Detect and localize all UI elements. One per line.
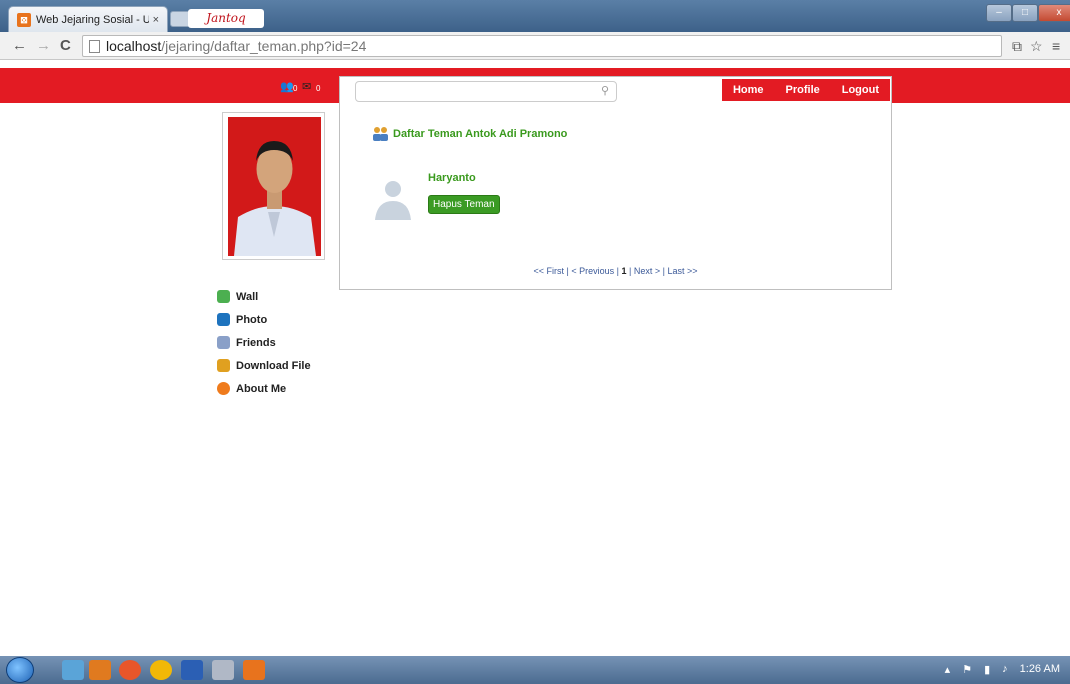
url-host: localhost: [106, 38, 162, 54]
tab-title: Web Jejaring Sosial - UNT: [36, 13, 149, 26]
friend-request-icon[interactable]: 👥: [280, 80, 294, 93]
tab-close-button[interactable]: ×: [153, 14, 159, 26]
friend-name[interactable]: Haryanto: [428, 172, 476, 184]
search-input[interactable]: [355, 81, 617, 102]
start-button[interactable]: [6, 657, 34, 683]
sidebar-menu: Wall Photo Friends Download File About M…: [217, 285, 311, 400]
window-controls: – □ x: [986, 4, 1070, 24]
maximize-button[interactable]: □: [1012, 4, 1038, 22]
bookmark-star-icon[interactable]: ☆: [1030, 38, 1043, 55]
friend-avatar[interactable]: [373, 175, 413, 220]
friends-title-icon: [373, 127, 388, 141]
friend-request-count: 0: [293, 84, 298, 93]
sidebar-item-label: About Me: [236, 382, 287, 395]
reload-button[interactable]: C: [60, 37, 71, 54]
sidebar-item-label: Wall: [236, 290, 259, 303]
profile-photo-frame: [222, 112, 325, 260]
clock-time[interactable]: 1:26 AM: [1020, 663, 1060, 676]
remove-friend-button[interactable]: Hapus Teman: [428, 195, 500, 214]
download-icon: [217, 359, 230, 372]
pager-last[interactable]: Last >>: [667, 266, 697, 276]
site-logo[interactable]: Jantoq: [188, 9, 264, 28]
about-icon: [217, 382, 230, 395]
close-window-button[interactable]: x: [1038, 4, 1070, 22]
sidebar-item-photo[interactable]: Photo: [217, 308, 311, 331]
sidebar-item-friends[interactable]: Friends: [217, 331, 311, 354]
pager-next[interactable]: Next >: [634, 266, 660, 276]
page-title-text: Daftar Teman Antok Adi Pramono: [393, 128, 568, 140]
sidebar-item-label: Friends: [236, 336, 276, 349]
wall-icon: [217, 290, 230, 303]
battery-icon[interactable]: ▮: [984, 663, 990, 676]
search-icon[interactable]: ⚲: [601, 84, 609, 97]
message-icon[interactable]: ✉: [302, 80, 311, 93]
xampp-icon[interactable]: [243, 660, 265, 680]
translate-icon[interactable]: ⧉: [1012, 38, 1022, 55]
xampp-favicon-icon: ⊠: [17, 12, 31, 27]
sidebar-item-label: Download File: [236, 359, 311, 372]
sidebar-item-wall[interactable]: Wall: [217, 285, 311, 308]
url-path: /jejaring/daftar_teman.php?id=24: [161, 38, 367, 54]
page-icon: [89, 39, 100, 53]
word-icon[interactable]: [181, 660, 203, 680]
pager-current: 1: [621, 266, 627, 276]
nav-logout[interactable]: Logout: [842, 84, 879, 96]
browser-titlebar: ⊠ Web Jejaring Sosial - UNT × – □ x: [0, 0, 1070, 32]
back-button[interactable]: ←: [12, 37, 27, 54]
profile-photo[interactable]: [228, 117, 321, 256]
firefox-icon[interactable]: [119, 660, 141, 680]
minimize-button[interactable]: –: [986, 4, 1012, 22]
pager-first[interactable]: << First: [534, 266, 565, 276]
page-title: Daftar Teman Antok Adi Pramono: [372, 126, 567, 142]
volume-icon[interactable]: ♪: [1002, 663, 1008, 676]
flag-icon[interactable]: ⚑: [962, 663, 972, 676]
photo-icon: [217, 313, 230, 326]
address-bar[interactable]: localhost/jejaring/daftar_teman.php?id=2…: [82, 35, 1002, 57]
tray-arrow-icon[interactable]: ▴: [945, 663, 951, 676]
pager-previous[interactable]: < Previous: [571, 266, 614, 276]
forward-button[interactable]: →: [36, 37, 51, 54]
browser-toolbar: ← → C localhost/jejaring/daftar_teman.ph…: [0, 32, 1070, 60]
message-count: 0: [316, 84, 321, 93]
sidebar-item-label: Photo: [236, 313, 268, 326]
media-player-icon[interactable]: [89, 660, 111, 680]
nav-profile[interactable]: Profile: [786, 84, 820, 96]
sidebar-item-about-me[interactable]: About Me: [217, 377, 311, 400]
friends-icon: [217, 336, 230, 349]
top-nav: Home Profile Logout: [722, 79, 890, 101]
content-panel: [339, 76, 892, 290]
sidebar-item-download-file[interactable]: Download File: [217, 354, 311, 377]
tool-icon[interactable]: [212, 660, 234, 680]
system-tray: ▴ ⚑ ▮ ♪ 1:26 AM: [945, 663, 1060, 676]
nav-home[interactable]: Home: [733, 84, 764, 96]
browser-tab[interactable]: ⊠ Web Jejaring Sosial - UNT ×: [8, 6, 168, 32]
explorer-icon[interactable]: [62, 660, 84, 680]
chrome-icon[interactable]: [150, 660, 172, 680]
pagination: << First | < Previous | 1 | Next > | Las…: [533, 266, 698, 276]
windows-taskbar: ▴ ⚑ ▮ ♪ 1:26 AM: [0, 656, 1070, 684]
menu-icon[interactable]: ≡: [1052, 38, 1060, 54]
